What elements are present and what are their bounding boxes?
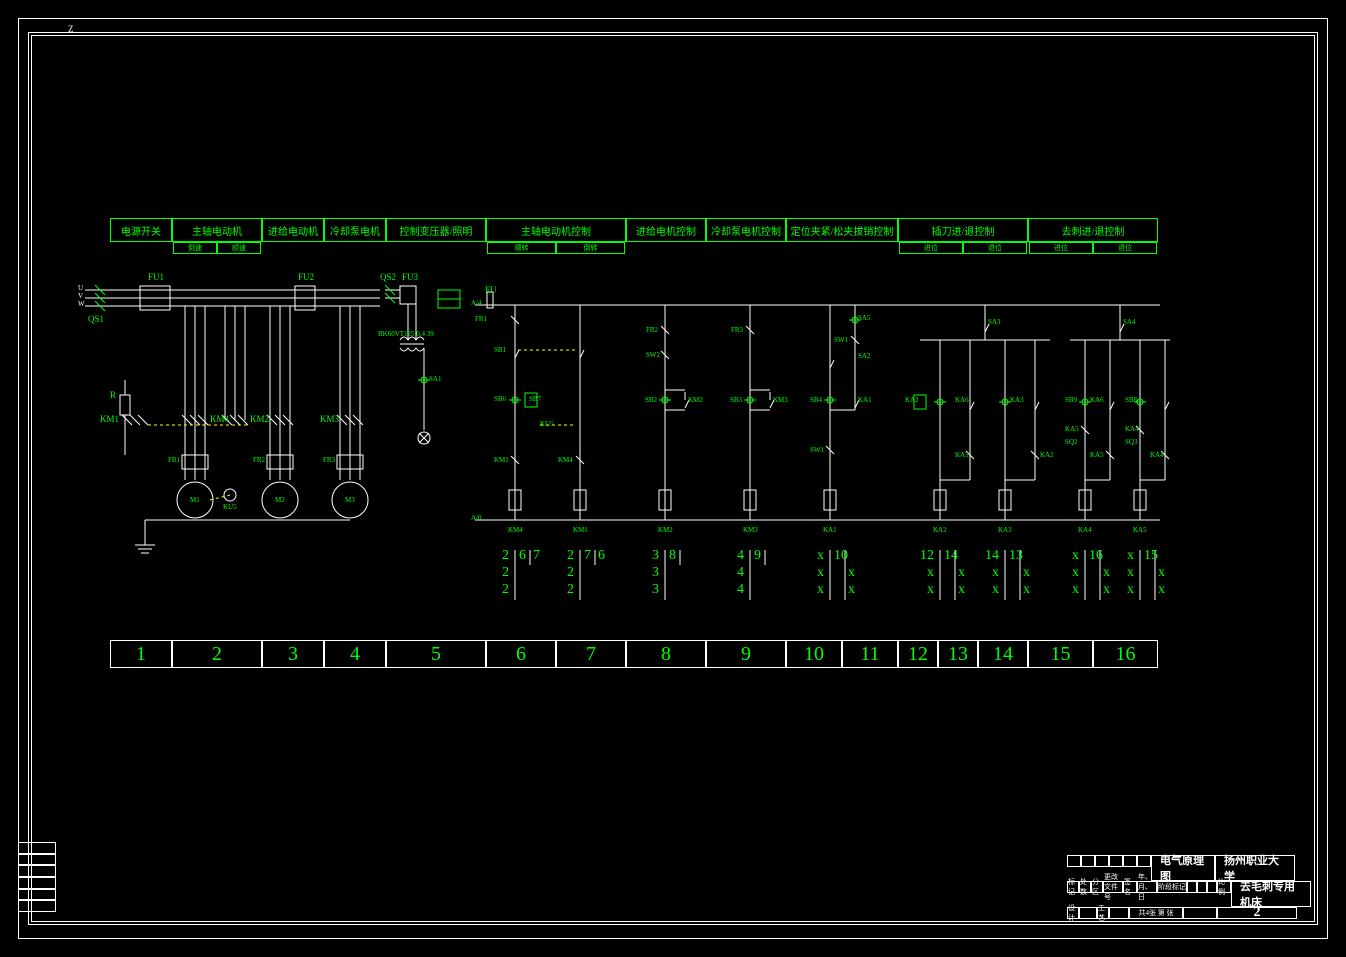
schematic-canvas bbox=[0, 0, 1346, 957]
control-rungs bbox=[487, 292, 1170, 520]
power-section bbox=[85, 285, 460, 553]
